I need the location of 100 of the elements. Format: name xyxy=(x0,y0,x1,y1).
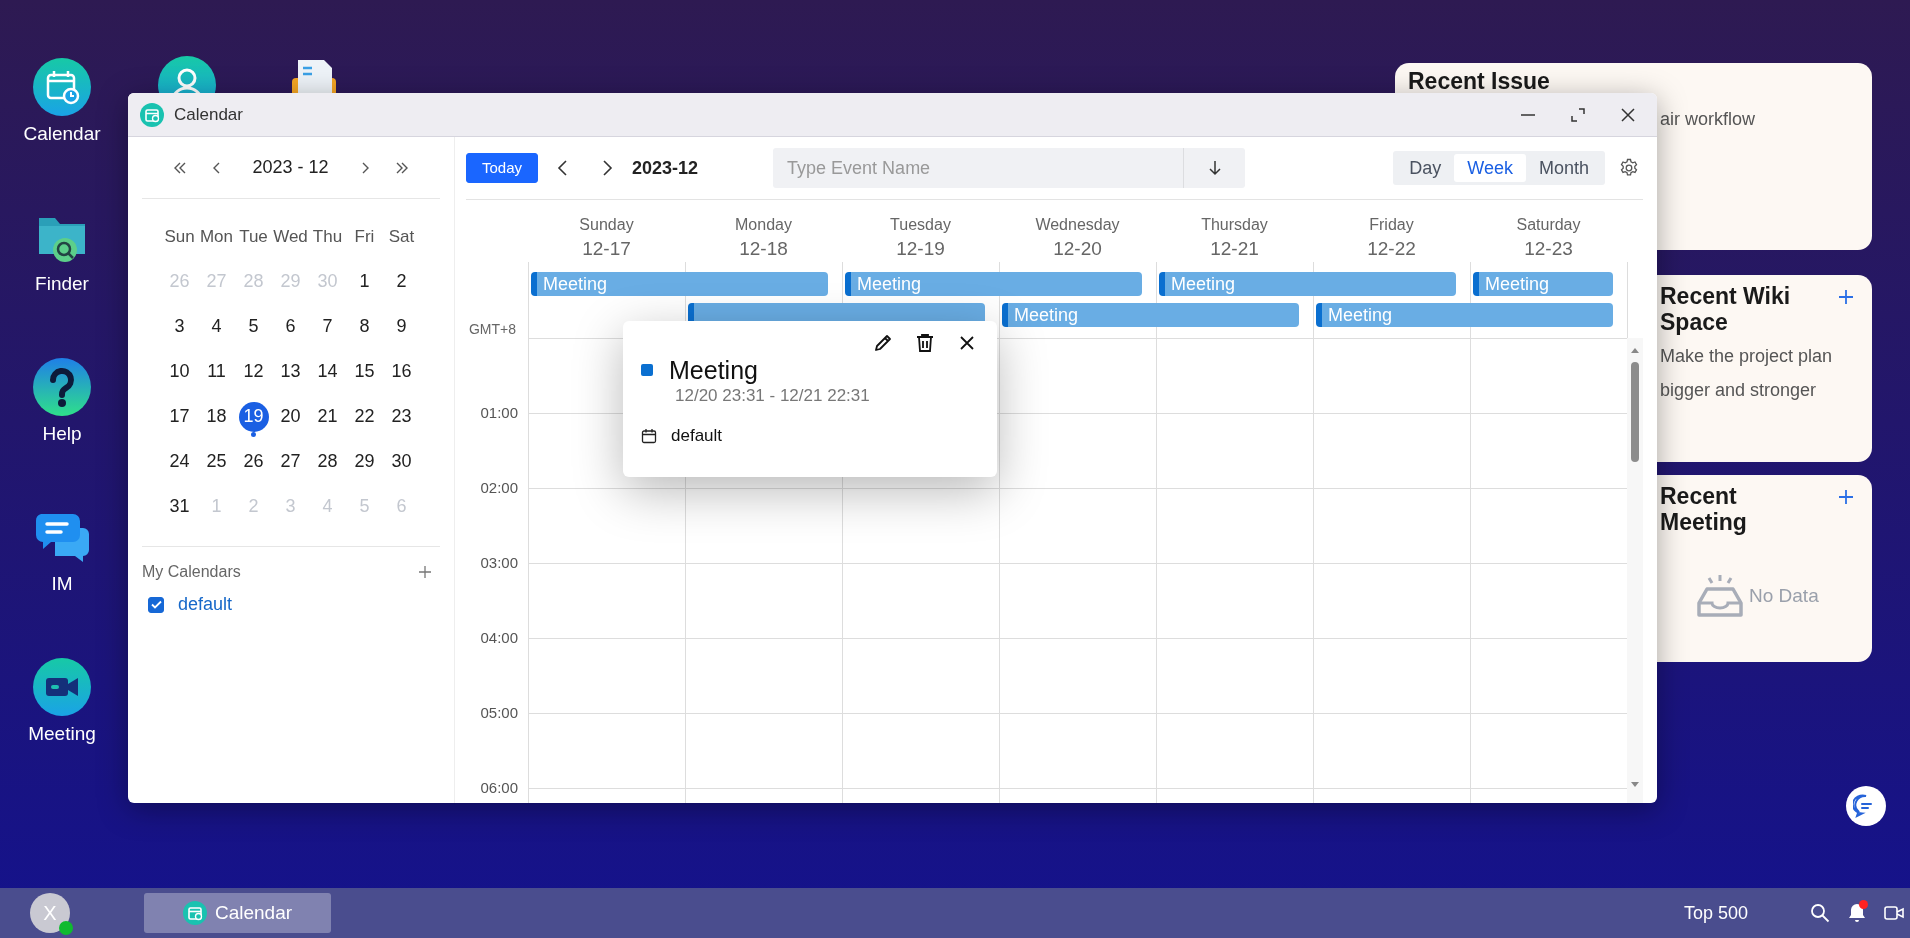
calendar-day[interactable]: 8 xyxy=(349,311,380,342)
day-date: 12-21 xyxy=(1210,237,1259,261)
calendar-day[interactable]: 22 xyxy=(349,401,380,432)
day-date: 12-19 xyxy=(896,237,945,261)
calendar-day[interactable]: 29 xyxy=(349,446,380,477)
plus-icon[interactable] xyxy=(1838,489,1854,505)
edit-icon[interactable] xyxy=(873,333,893,353)
calendar-day[interactable]: 28 xyxy=(312,446,343,477)
calendar-name[interactable]: default xyxy=(178,591,233,618)
search-field[interactable]: Type Event Name xyxy=(773,148,1184,188)
widget-title: Recent Issue xyxy=(1407,67,1551,94)
weekday-label: Mon xyxy=(199,225,234,248)
weekday-name: Saturday xyxy=(1516,215,1581,235)
calendar-day[interactable]: 17 xyxy=(164,401,195,432)
view-tab[interactable]: Month xyxy=(1525,154,1602,182)
help-icon[interactable] xyxy=(33,358,91,416)
calendar-day[interactable]: 14 xyxy=(312,356,343,387)
widget-text: air workflow xyxy=(1660,108,1757,131)
taskbar-button[interactable]: Calendar xyxy=(144,893,331,933)
app-label[interactable]: Calendar xyxy=(23,122,101,146)
weekday-label: Wed xyxy=(273,225,308,248)
calendar-day[interactable]: 9 xyxy=(386,311,417,342)
scrollbar[interactable] xyxy=(1627,338,1643,803)
calendar-day[interactable]: 18 xyxy=(201,401,232,432)
calendar-icon xyxy=(182,901,207,925)
calendar-day[interactable]: 13 xyxy=(275,356,306,387)
time-label: 03:00 xyxy=(480,554,518,571)
bell-icon[interactable] xyxy=(1848,903,1866,923)
section-title: My Calendars xyxy=(142,562,241,582)
weekday-name: Monday xyxy=(735,215,792,235)
video-camera-icon[interactable] xyxy=(33,658,91,716)
calendar-day[interactable]: 2 xyxy=(386,266,417,297)
calendar-day[interactable]: 4 xyxy=(201,311,232,342)
calendar-day[interactable]: 24 xyxy=(164,446,195,477)
app-label[interactable]: Meeting xyxy=(28,722,96,746)
calendar-day[interactable]: 26 xyxy=(238,446,269,477)
view-tab[interactable]: Week xyxy=(1454,154,1526,182)
event-title: Meeting xyxy=(669,355,758,385)
day-date: 12-17 xyxy=(582,237,631,261)
weekday-name: Thursday xyxy=(1201,215,1268,235)
close-icon[interactable] xyxy=(1620,106,1636,123)
calendar-day[interactable]: 27 xyxy=(275,446,306,477)
app-label[interactable]: IM xyxy=(51,572,73,596)
empty-inbox-icon xyxy=(1695,573,1745,619)
calendar-day[interactable]: 21 xyxy=(312,401,343,432)
widget-title: Recent Wiki Space xyxy=(1660,283,1792,335)
double-chevron-left-icon[interactable] xyxy=(172,160,187,175)
calendar-day[interactable]: 20 xyxy=(275,401,306,432)
calendar-day[interactable]: 31 xyxy=(164,491,195,522)
checkbox[interactable] xyxy=(148,596,164,613)
maximize-icon[interactable] xyxy=(1570,106,1586,123)
double-chevron-right-icon[interactable] xyxy=(394,160,409,175)
widget-text: Make the project plan bigger and stronger xyxy=(1660,345,1834,402)
calendar-day[interactable]: 25 xyxy=(201,446,232,477)
person-icon[interactable] xyxy=(158,56,216,93)
calendar-day[interactable]: 3 xyxy=(164,311,195,342)
search-icon[interactable] xyxy=(1810,903,1830,923)
chevron-left-icon[interactable] xyxy=(211,160,222,175)
delete-icon[interactable] xyxy=(916,333,934,353)
view-tab[interactable]: Day xyxy=(1396,154,1455,182)
tray-label: Top 500 xyxy=(1683,901,1748,925)
plus-icon[interactable] xyxy=(418,565,432,579)
month-label: 2023 - 12 xyxy=(251,156,330,179)
weekday-name: Tuesday xyxy=(890,215,951,235)
chevron-left-icon[interactable] xyxy=(557,159,569,177)
close-icon[interactable] xyxy=(959,335,975,351)
weekday-label: Fri xyxy=(354,225,375,248)
calendar-day[interactable]: 30 xyxy=(386,446,417,477)
calendar-day[interactable]: 10 xyxy=(164,356,195,387)
calendar-day[interactable]: 6 xyxy=(275,311,306,342)
window-title: Calendar xyxy=(174,103,243,126)
weekday-label: Sun xyxy=(164,225,195,248)
scroll-down-icon[interactable] xyxy=(1630,781,1640,789)
plus-icon[interactable] xyxy=(1838,289,1854,305)
scroll-up-icon[interactable] xyxy=(1630,346,1640,354)
time-label: 05:00 xyxy=(480,704,518,721)
chat-button[interactable] xyxy=(1846,786,1886,826)
today-button[interactable]: Today xyxy=(466,153,538,183)
widget-title: Recent Meeting xyxy=(1660,483,1748,535)
calendar-day[interactable]: 15 xyxy=(349,356,380,387)
calendar-day[interactable]: 16 xyxy=(386,356,417,387)
video-camera-icon[interactable] xyxy=(1884,905,1904,921)
settings-icon[interactable] xyxy=(1619,158,1639,178)
time-label: 04:00 xyxy=(480,629,518,646)
day-date: 12-23 xyxy=(1524,237,1573,261)
calendar-day[interactable]: 19 xyxy=(238,401,269,432)
scrollbar-thumb[interactable] xyxy=(1631,362,1639,462)
calendar-day[interactable]: 11 xyxy=(201,356,232,387)
weekday-name: Wednesday xyxy=(1035,215,1120,235)
calendar-day[interactable]: 23 xyxy=(386,401,417,432)
calendar-day[interactable]: 1 xyxy=(349,266,380,297)
calendar-day[interactable]: 12 xyxy=(238,356,269,387)
chevron-right-icon[interactable] xyxy=(601,159,613,177)
calendar-day[interactable]: 7 xyxy=(312,311,343,342)
color-square-icon xyxy=(641,364,653,376)
app-label[interactable]: Finder xyxy=(35,272,89,296)
calendar-name: default xyxy=(671,425,723,447)
calendar-day[interactable]: 5 xyxy=(238,311,269,342)
calendar-icon[interactable] xyxy=(33,58,91,116)
app-label[interactable]: Help xyxy=(42,422,82,446)
